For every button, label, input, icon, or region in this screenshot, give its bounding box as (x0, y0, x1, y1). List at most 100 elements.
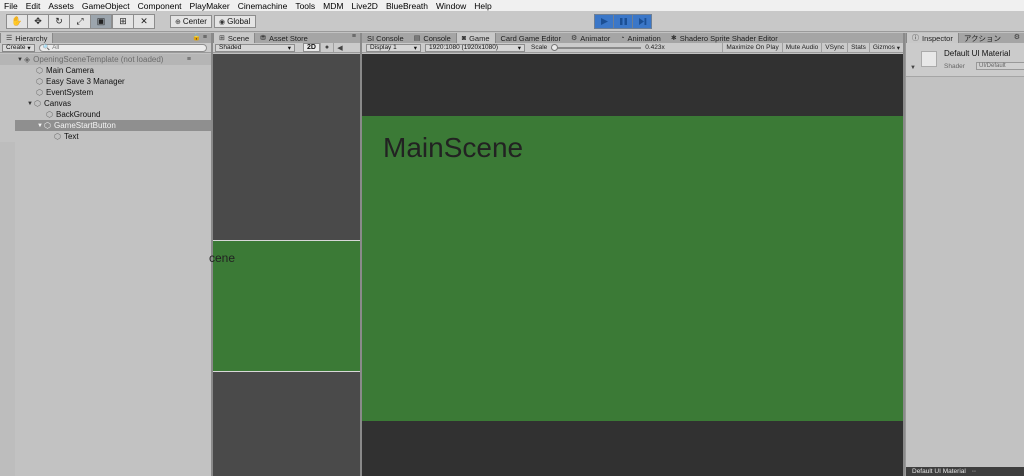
audio-icon[interactable]: ◀ (332, 43, 346, 52)
tab-label: Shadero Sprite Shader Editor (679, 33, 778, 43)
transform-tool-button[interactable]: ⊞ (112, 14, 134, 29)
custom-tool-button[interactable]: ✕ (133, 14, 155, 29)
unity-scene-icon: ◈ (24, 55, 31, 64)
lighting-icon[interactable]: ● (319, 43, 333, 52)
tab-animator[interactable]: ⚙ Animator (566, 33, 615, 43)
expand-arrow-icon[interactable]: ▼ (36, 123, 44, 129)
menu-item-live2d[interactable]: Live2D (351, 1, 377, 11)
game-viewport[interactable]: MainScene (362, 54, 903, 476)
menu-item-edit[interactable]: Edit (26, 1, 41, 11)
tab-hierarchy[interactable]: ☰ Hierarchy (0, 33, 54, 43)
panel-menu-icon[interactable]: ≡ (352, 33, 356, 40)
button-label: Gizmos (872, 44, 895, 51)
shader-dropdown[interactable]: UI/Default (976, 62, 1024, 70)
play-button[interactable] (594, 14, 614, 29)
game-panel: SI Console ▤ Console ◙ Game Card Game Edit… (362, 33, 903, 476)
scene-canvas-text: cene (209, 251, 236, 265)
move-tool-button[interactable]: ✥ (27, 14, 49, 29)
stats-button[interactable]: Stats (847, 43, 869, 52)
menu-item-bluebreath[interactable]: BlueBreath (386, 1, 428, 11)
gameobject-icon: ⬡ (44, 121, 51, 130)
tab-asset-store[interactable]: ⛃ Asset Store (255, 33, 313, 43)
menu-item-mdm[interactable]: MDM (323, 1, 343, 11)
tab-scene[interactable]: ⊞ Scene (213, 33, 256, 43)
tab-hierarchy-label: Hierarchy (15, 33, 48, 43)
step-button[interactable] (632, 14, 652, 29)
preview-bar-label: Default UI Material (912, 468, 966, 475)
menu-item-tools[interactable]: Tools (295, 1, 315, 11)
rect-tool-button[interactable]: ▣ (90, 14, 112, 29)
globe-icon: ◉ (219, 18, 226, 26)
tab-shadero-editor[interactable]: ✱ Shadero Sprite Shader Editor (666, 33, 783, 43)
tab-game[interactable]: ◙ Game (455, 33, 496, 43)
material-thumbnail (921, 51, 937, 67)
menu-item-assets[interactable]: Assets (48, 1, 74, 11)
game-canvas: MainScene (362, 116, 903, 421)
vsync-button[interactable]: VSync (821, 43, 847, 52)
hierarchy-item[interactable]: ⬡ EventSystem (0, 87, 211, 98)
expand-arrow-icon[interactable]: ▼ (16, 57, 24, 63)
scale-slider[interactable] (551, 43, 642, 51)
tab-action[interactable]: アクション (959, 33, 1006, 43)
pause-button[interactable] (613, 14, 633, 29)
shading-mode-dropdown[interactable]: Shaded ▾ (215, 43, 295, 52)
hierarchy-item[interactable]: ⬡ BackGround (0, 109, 211, 120)
rotate-tool-button[interactable]: ↻ (48, 14, 70, 29)
panel-menu-icon[interactable]: 🔒 ≡ (192, 33, 207, 41)
settings-gear-icon[interactable]: ⚙ (1014, 33, 1020, 41)
preview-options-icon[interactable]: ◦◦ (972, 469, 976, 475)
mute-audio-button[interactable]: Mute Audio (781, 43, 822, 52)
display-dropdown[interactable]: Display 1 ▾ (366, 43, 421, 52)
pivot-center-toggle[interactable]: ⊕ Center (170, 15, 212, 28)
tab-animation[interactable]: ◔ Animation (615, 33, 666, 43)
menu-item-component[interactable]: Component (138, 1, 182, 11)
menu-item-cinemachine[interactable]: Cinemachine (238, 1, 288, 11)
menu-item-help[interactable]: Help (474, 1, 491, 11)
scale-slider-knob[interactable] (551, 43, 559, 51)
play-controls (594, 14, 652, 29)
game-tabbar: SI Console ▤ Console ◙ Game Card Game Edit… (362, 33, 903, 43)
hierarchy-item[interactable]: ▼ ⬡ Canvas (0, 98, 211, 109)
menu-item-window[interactable]: Window (436, 1, 466, 11)
hierarchy-item-selected[interactable]: ▼ ⬡ GameStartButton (15, 120, 211, 131)
scene-row[interactable]: ▼ ◈ OpeningSceneTemplate (not loaded) ≡ (0, 54, 211, 65)
foldout-arrow-icon[interactable]: ▼ (910, 65, 916, 71)
toggle-2d-button[interactable]: 2D (303, 43, 320, 52)
hierarchy-item[interactable]: ⬡ Main Camera (0, 65, 211, 76)
create-dropdown[interactable]: Create ▾ (2, 43, 35, 52)
expand-arrow-icon[interactable]: ▼ (26, 101, 34, 107)
animator-icon: ⚙ (570, 35, 578, 42)
move-tool-icon: ✥ (34, 16, 42, 26)
rotate-tool-icon: ↻ (55, 16, 63, 26)
scene-canvas-preview: cene (209, 240, 360, 372)
maximize-on-play-button[interactable]: Maximize On Play (722, 43, 781, 52)
menu-item-playmaker[interactable]: PlayMaker (190, 1, 230, 11)
menu-item-file[interactable]: File (4, 1, 18, 11)
gizmos-dropdown[interactable]: Gizmos ▾ (868, 43, 903, 52)
gameobject-icon: ⬡ (36, 66, 43, 75)
hierarchy-search-input[interactable]: 🔍 All (38, 43, 207, 52)
resolution-dropdown[interactable]: 1920:1080 (1920x1080) ▾ (425, 43, 525, 52)
button-label: VSync (825, 44, 845, 51)
tab-inspector[interactable]: ⓘ Inspector (906, 33, 959, 43)
tab-card-game-editor[interactable]: Card Game Editor (496, 33, 566, 43)
tab-si-console[interactable]: SI Console (362, 33, 409, 43)
pivot-global-toggle[interactable]: ◉ Global (214, 15, 256, 28)
pause-icon (619, 18, 627, 25)
resolution-label: 1920:1080 (1920x1080) (429, 44, 499, 51)
scene-row-label: OpeningSceneTemplate (not loaded) (33, 55, 164, 64)
info-icon: ⓘ (912, 35, 919, 42)
scene-viewport[interactable]: cene (209, 54, 360, 476)
hierarchy-item[interactable]: ⬡ Text (0, 131, 211, 142)
tab-console[interactable]: ▤ Console (409, 33, 456, 43)
menu-item-gameobject[interactable]: GameObject (82, 1, 130, 11)
gameobject-icon: ⬡ (36, 88, 43, 97)
hierarchy-tabbar: ☰ Hierarchy 🔒 ≡ (0, 33, 211, 43)
shader-label: Shader (944, 63, 965, 70)
hand-tool-button[interactable]: ✋ (6, 14, 28, 29)
preview-bar[interactable]: Default UI Material ◦◦ (906, 467, 1024, 476)
hand-tool-icon: ✋ (11, 16, 23, 26)
hierarchy-item[interactable]: ⬡ Easy Save 3 Manager (0, 76, 211, 87)
scale-tool-button[interactable]: ⤢ (69, 14, 91, 29)
scene-menu-icon[interactable]: ≡ (187, 56, 191, 63)
